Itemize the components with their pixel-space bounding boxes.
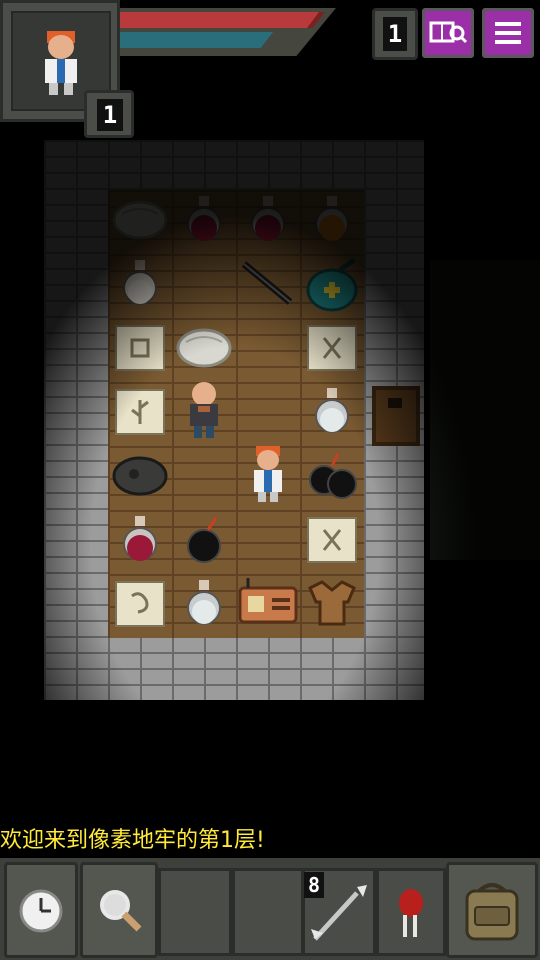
seed-icon <box>399 889 423 937</box>
game-log-message: 欢迎来到像素地牢的第1层! <box>0 828 265 853</box>
leather-armor-icon[interactable] <box>308 580 356 626</box>
adjacent-room <box>430 260 540 560</box>
bomb-icon[interactable] <box>309 453 357 499</box>
magnifier-icon <box>100 890 142 932</box>
quickslot-empty-2[interactable] <box>232 868 304 956</box>
scroll-icon[interactable] <box>115 581 165 627</box>
quickslot-quantity: 8 <box>304 872 324 898</box>
xp-bar <box>120 32 273 48</box>
red-potion-icon[interactable] <box>251 196 285 241</box>
scroll-icon[interactable] <box>115 389 165 435</box>
search-button[interactable] <box>80 862 158 958</box>
wooden-door[interactable] <box>372 386 420 446</box>
quickslot-empty-1[interactable] <box>158 868 232 956</box>
journal-search-icon <box>429 21 468 44</box>
wait-button[interactable] <box>4 862 78 958</box>
clear-potion-icon[interactable] <box>187 580 221 625</box>
depth-indicator: 1 <box>372 8 418 60</box>
scroll-icon[interactable] <box>307 325 357 371</box>
shopkeeper-icon[interactable] <box>190 382 218 438</box>
orange-potion-icon[interactable] <box>315 196 349 241</box>
clear-potion-icon[interactable] <box>315 388 349 433</box>
red-potion-icon[interactable] <box>123 516 157 561</box>
menu-icon <box>495 22 521 44</box>
menu-button[interactable] <box>482 8 534 58</box>
scroll-icon[interactable] <box>307 517 357 563</box>
stone-icon[interactable] <box>112 200 168 240</box>
depth-number: 1 <box>383 17 407 51</box>
stone-icon[interactable] <box>176 328 232 368</box>
ore-icon[interactable] <box>112 456 168 496</box>
hero-level: 1 <box>97 99 123 131</box>
hp-bar <box>120 12 319 28</box>
quickslot-seed[interactable] <box>376 868 446 956</box>
backpack-icon <box>465 883 519 941</box>
bomb-icon[interactable] <box>187 517 221 563</box>
clock-icon <box>19 889 63 933</box>
white-potion-icon[interactable] <box>123 260 157 305</box>
backpack-button[interactable] <box>446 862 538 958</box>
wand-icon[interactable] <box>241 261 293 305</box>
journal-button[interactable] <box>422 8 474 58</box>
hero-level-badge: 1 <box>84 90 134 138</box>
room-items <box>112 196 358 627</box>
red-potion-icon[interactable] <box>187 196 221 241</box>
green-pouch-icon[interactable] <box>306 257 358 312</box>
device-icon[interactable] <box>238 578 298 624</box>
scroll-icon[interactable] <box>115 325 165 371</box>
hero-icon[interactable] <box>254 446 282 502</box>
